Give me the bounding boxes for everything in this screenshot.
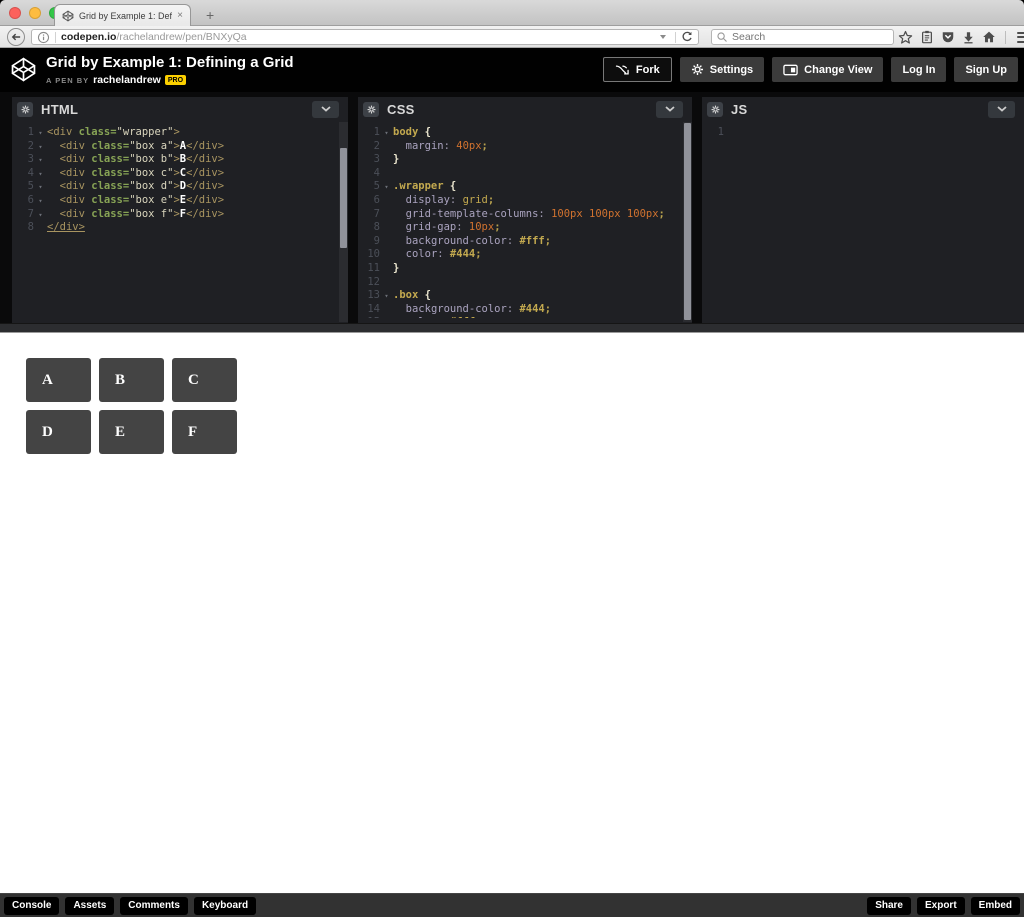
css-panel-title: CSS [387, 102, 415, 117]
footer-right-buttons: Share Export Embed [867, 897, 1020, 915]
html-panel-title: HTML [41, 102, 78, 117]
byline-prefix: A PEN BY [46, 76, 89, 85]
url-divider [55, 32, 56, 43]
html-panel-header: HTML [12, 97, 348, 121]
browser-toolbar: codepen.io/rachelandrew/pen/BNXyQa [0, 26, 1024, 48]
css-panel: CSS 1▾body {2 margin: 40px;3 }4 5▾.wrapp… [358, 97, 692, 323]
html-settings-gear-icon[interactable] [17, 102, 33, 117]
editor-panels: HTML 1▾<div class="wrapper">2▾ <div clas… [0, 92, 1024, 323]
js-settings-gear-icon[interactable] [707, 102, 723, 117]
browser-window: Grid by Example 1: Defining... × + codep… [0, 0, 1024, 917]
gear-icon [691, 63, 704, 76]
menu-icon[interactable] [1015, 32, 1024, 43]
tab-close-icon[interactable]: × [177, 11, 183, 21]
change-view-icon [783, 64, 798, 76]
css-code-editor[interactable]: 1▾body {2 margin: 40px;3 }4 5▾.wrapper {… [358, 121, 692, 318]
pen-title: Grid by Example 1: Defining a Grid [46, 54, 294, 71]
preview-box-b: B [99, 358, 164, 402]
url-dropdown-icon[interactable] [660, 35, 666, 39]
minimize-window-button[interactable] [29, 7, 41, 19]
url-divider [675, 32, 676, 43]
back-button[interactable] [7, 28, 25, 46]
codepen-logo-icon[interactable] [10, 56, 37, 83]
preview-box-e: E [99, 410, 164, 454]
pen-author-link[interactable]: rachelandrew [93, 74, 161, 86]
reload-icon[interactable] [681, 31, 693, 43]
change-view-button[interactable]: Change View [772, 57, 883, 82]
css-collapse-chevron-icon[interactable] [656, 101, 683, 118]
fork-button[interactable]: Fork [603, 57, 672, 82]
toolbar-icons [898, 29, 1024, 45]
sign-up-button[interactable]: Sign Up [954, 57, 1018, 82]
preview-box-f: F [172, 410, 237, 454]
preview-box-a: A [26, 358, 91, 402]
fork-icon [615, 64, 630, 76]
url-path: /rachelandrew/pen/BNXyQa [116, 31, 246, 43]
settings-button[interactable]: Settings [680, 57, 764, 82]
codepen-favicon-icon [62, 10, 74, 22]
preview-pane: ABC DEF [0, 333, 1024, 893]
pocket-icon[interactable] [941, 30, 955, 44]
browser-tab[interactable]: Grid by Example 1: Defining... × [54, 4, 191, 26]
footer-button-console[interactable]: Console [4, 897, 59, 915]
pro-badge: PRO [165, 75, 186, 85]
preview-box-d: D [26, 410, 91, 454]
log-in-button[interactable]: Log In [891, 57, 946, 82]
browser-tab-bar: Grid by Example 1: Defining... × + [0, 0, 1024, 26]
toolbar-divider [1005, 31, 1006, 44]
css-panel-header: CSS [358, 97, 692, 121]
tab-title: Grid by Example 1: Defining... [79, 11, 172, 21]
search-bar[interactable] [711, 29, 894, 45]
footer-button-keyboard[interactable]: Keyboard [194, 897, 256, 915]
html-editor-scrollbar[interactable] [339, 122, 348, 322]
preview-box-c: C [172, 358, 237, 402]
downloads-icon[interactable] [962, 31, 975, 44]
js-collapse-chevron-icon[interactable] [988, 101, 1015, 118]
close-window-button[interactable] [9, 7, 21, 19]
footer-button-export[interactable]: Export [917, 897, 965, 915]
site-info-icon[interactable] [37, 31, 50, 44]
css-editor-scrollbar[interactable] [683, 122, 692, 322]
js-panel-title: JS [731, 102, 748, 117]
pen-byline: A PEN BY rachelandrew PRO [46, 74, 294, 86]
search-input[interactable] [732, 31, 889, 43]
footer-button-assets[interactable]: Assets [65, 897, 114, 915]
home-icon[interactable] [982, 30, 996, 44]
js-panel-header: JS [702, 97, 1024, 121]
search-icon [716, 31, 728, 43]
html-panel: HTML 1▾<div class="wrapper">2▾ <div clas… [12, 97, 348, 323]
html-code-editor[interactable]: 1▾<div class="wrapper">2▾ <div class="bo… [12, 121, 348, 318]
footer-button-share[interactable]: Share [867, 897, 911, 915]
preview-grid: ABC DEF [0, 333, 237, 454]
footer-button-comments[interactable]: Comments [120, 897, 188, 915]
bookmark-star-icon[interactable] [898, 30, 913, 45]
url-bar[interactable]: codepen.io/rachelandrew/pen/BNXyQa [31, 29, 699, 45]
html-collapse-chevron-icon[interactable] [312, 101, 339, 118]
footer-bar: Console Assets Comments Keyboard Share Expor… [0, 893, 1024, 917]
footer-left-buttons: Console Assets Comments Keyboard [4, 897, 256, 915]
header-actions: Fork Settings Change View Log In Sign Up [603, 57, 1018, 82]
url-text: codepen.io/rachelandrew/pen/BNXyQa [61, 31, 656, 43]
css-settings-gear-icon[interactable] [363, 102, 379, 117]
pen-titles: Grid by Example 1: Defining a Grid A PEN… [46, 54, 294, 86]
bookmarks-list-icon[interactable] [920, 30, 934, 44]
footer-button-embed[interactable]: Embed [971, 897, 1020, 915]
js-panel: JS 1 [702, 97, 1024, 323]
editor-preview-resizer-handle[interactable] [0, 323, 1024, 333]
url-domain: codepen.io [61, 31, 116, 43]
js-code-editor[interactable]: 1 [702, 121, 1024, 318]
codepen-header: Grid by Example 1: Defining a Grid A PEN… [0, 48, 1024, 92]
new-tab-button[interactable]: + [198, 7, 222, 23]
